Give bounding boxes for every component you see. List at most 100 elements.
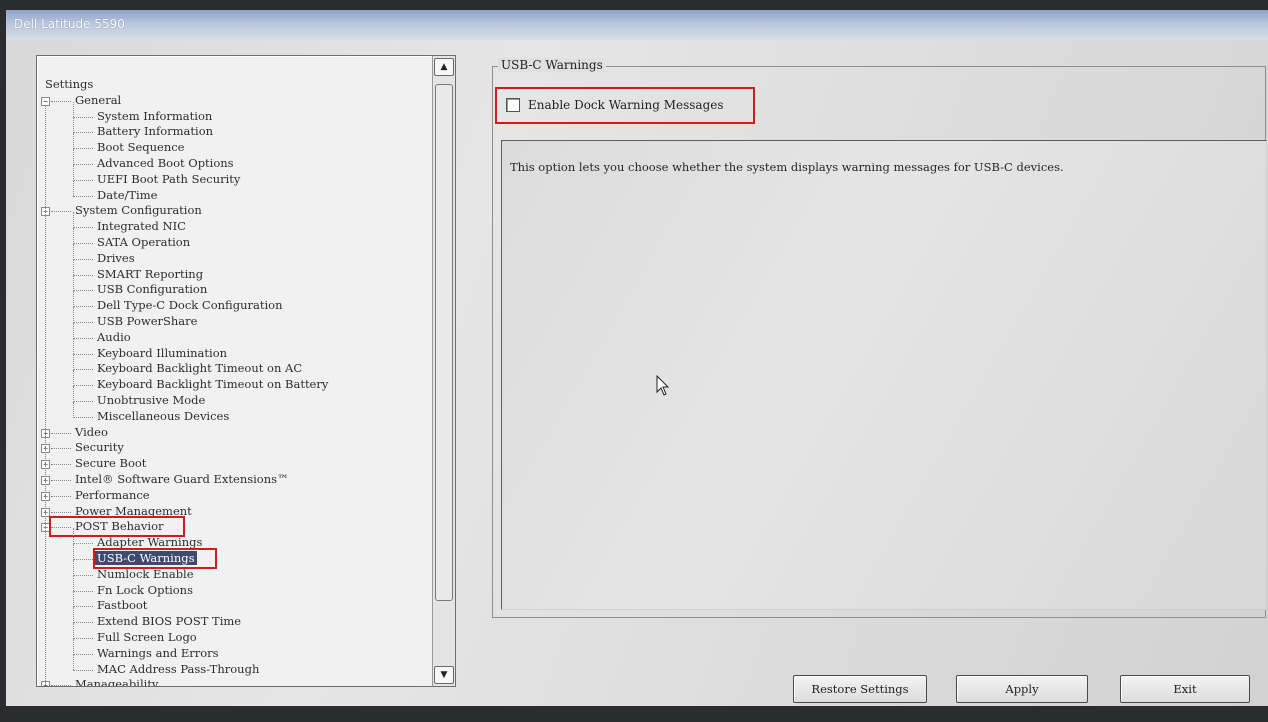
- tree-item-system-information[interactable]: System Information: [95, 109, 214, 124]
- tree-connector: [73, 559, 74, 576]
- tree-item-label: Manageability: [75, 677, 159, 686]
- tree-connector: [73, 528, 74, 544]
- tree-connector: [51, 685, 71, 686]
- tree-connector: [73, 370, 74, 386]
- tree-item-extend-bios-post-time[interactable]: Extend BIOS POST Time: [95, 614, 243, 629]
- tree-item-label: Video: [75, 424, 108, 439]
- tree-item-usb-configuration[interactable]: USB Configuration: [95, 282, 209, 297]
- tree-item-secure-boot[interactable]: Secure Boot: [73, 456, 148, 471]
- tree-item-system-configuration[interactable]: System Configuration: [73, 203, 204, 218]
- tree-item-label: Audio: [97, 329, 131, 344]
- tree-connector: [73, 590, 93, 592]
- tree-item-full-screen-logo[interactable]: Full Screen Logo: [95, 630, 199, 645]
- tree-item-miscellaneous-devices[interactable]: Miscellaneous Devices: [95, 409, 231, 424]
- tree-connector: [51, 448, 71, 450]
- apply-button[interactable]: Apply: [956, 675, 1088, 703]
- tree-connector: [51, 511, 71, 513]
- tree-connector: [73, 401, 93, 402]
- group-title: USB-C Warnings: [498, 58, 606, 72]
- tree-item-warnings-and-errors[interactable]: Warnings and Errors: [95, 646, 221, 661]
- tree-connector: [73, 243, 74, 260]
- tree-item-fastboot[interactable]: Fastboot: [95, 598, 149, 613]
- tree-item-keyboard-illumination[interactable]: Keyboard Illumination: [95, 346, 229, 361]
- tree-item-advanced-boot-options[interactable]: Advanced Boot Options: [95, 156, 236, 171]
- tree-connector: [73, 243, 93, 244]
- tree-connector: [73, 638, 93, 639]
- tree-connector: [73, 322, 74, 339]
- window-title: Dell Latitude 5590: [14, 17, 125, 31]
- tree-connector: [51, 495, 71, 497]
- exit-button[interactable]: Exit: [1120, 675, 1250, 703]
- tree-item-fn-lock-options[interactable]: Fn Lock Options: [95, 583, 195, 598]
- tree-connector: [73, 354, 74, 371]
- tree-item-keyboard-backlight-timeout-on-ac[interactable]: Keyboard Backlight Timeout on AC: [95, 361, 304, 376]
- tree-item-label: Secure Boot: [75, 456, 147, 471]
- tree-item-label: Warnings and Errors: [97, 645, 219, 660]
- restore-settings-button[interactable]: Restore Settings: [793, 675, 927, 703]
- tree-item-label: Drives: [97, 250, 135, 265]
- title-bar: Dell Latitude 5590: [6, 10, 1268, 41]
- tree-item-label: Performance: [75, 487, 150, 502]
- tree-connector: [51, 480, 71, 481]
- tree-item-general[interactable]: General: [73, 93, 123, 108]
- tree-connector: [73, 385, 93, 387]
- tree-connector: [73, 416, 93, 418]
- tree-item-numlock-enable[interactable]: Numlock Enable: [95, 567, 196, 582]
- scroll-thumb[interactable]: [435, 84, 453, 601]
- tree-item-drives[interactable]: Drives: [95, 251, 137, 266]
- tree-item-smart-reporting[interactable]: SMART Reporting: [95, 267, 205, 282]
- tree-connector: [73, 322, 93, 323]
- settings-tree-items: Settings General − System Information Batter…: [37, 56, 429, 686]
- tree-connector: [73, 653, 93, 655]
- scroll-down-button[interactable]: ▼: [434, 666, 454, 684]
- tree-item-dell-type-c-dock-configuration[interactable]: Dell Type-C Dock Configuration: [95, 298, 284, 313]
- tree-item-label: Miscellaneous Devices: [97, 408, 230, 423]
- tree-item-security[interactable]: Security: [73, 440, 126, 455]
- tree-item-label: UEFI Boot Path Security: [97, 171, 241, 186]
- tree-connector: [73, 148, 93, 150]
- tree-connector: [51, 100, 71, 102]
- tree-item-integrated-nic[interactable]: Integrated NIC: [95, 219, 188, 234]
- tree-connector: [73, 227, 93, 229]
- tree-connector: [73, 559, 93, 560]
- tree-item-label: Keyboard Backlight Timeout on Battery: [97, 377, 329, 392]
- tree-item-label: Integrated NIC: [97, 219, 186, 234]
- tree-item-performance[interactable]: Performance: [73, 488, 152, 503]
- tree-item-manageability[interactable]: Manageability: [73, 677, 160, 686]
- tree-item-intel-software-guard-extensions[interactable]: Intel® Software Guard Extensions™: [73, 472, 291, 487]
- tree-connector: [73, 133, 74, 149]
- tree-scrollbar[interactable]: ▲ ▼: [432, 56, 455, 686]
- mouse-cursor-icon: [656, 375, 670, 396]
- tree-item-boot-sequence[interactable]: Boot Sequence: [95, 140, 187, 155]
- tree-item-label: Advanced Boot Options: [97, 156, 234, 170]
- tree-item-keyboard-backlight-timeout-on-battery[interactable]: Keyboard Backlight Timeout on Battery: [95, 377, 330, 392]
- tree-connector: [51, 464, 71, 466]
- tree-item-label: MAC Address Pass-Through: [97, 661, 260, 676]
- tree-item-label: Security: [75, 440, 124, 455]
- tree-connector: [73, 543, 93, 545]
- settings-tree[interactable]: Settings General − System Information Batter…: [36, 55, 456, 687]
- tree-connector: [73, 164, 93, 165]
- scroll-up-button[interactable]: ▲: [434, 58, 454, 76]
- tree-connector: [73, 132, 93, 134]
- tree-item-uefi-boot-path-security[interactable]: UEFI Boot Path Security: [95, 172, 242, 187]
- tree-item-battery-information[interactable]: Battery Information: [95, 124, 215, 139]
- tree-item-label: Fn Lock Options: [97, 582, 193, 597]
- tree-connector: [73, 259, 74, 276]
- tree-item-settings[interactable]: Settings: [43, 77, 95, 92]
- bios-client-area: Settings General − System Information Batter…: [6, 40, 1268, 706]
- tree-item-usb-powershare[interactable]: USB PowerShare: [95, 314, 199, 329]
- tree-item-video[interactable]: Video: [73, 425, 110, 440]
- tree-item-mac-address-pass-through[interactable]: MAC Address Pass-Through: [95, 662, 261, 677]
- tree-item-sata-operation[interactable]: SATA Operation: [95, 235, 192, 250]
- tree-item-label: USB Configuration: [97, 282, 208, 297]
- tree-connector: [73, 291, 74, 307]
- tree-item-date-time[interactable]: Date/Time: [95, 188, 159, 203]
- tree-item-audio[interactable]: Audio: [95, 330, 133, 345]
- tree-item-unobtrusive-mode[interactable]: Unobtrusive Mode: [95, 393, 207, 408]
- tree-item-label: SATA Operation: [97, 235, 191, 249]
- tree-item-label: Numlock Enable: [97, 566, 194, 581]
- checkbox-highlight-box: [495, 87, 755, 124]
- tree-connector: [73, 274, 93, 276]
- tree-item-label: Dell Type-C Dock Configuration: [97, 298, 283, 313]
